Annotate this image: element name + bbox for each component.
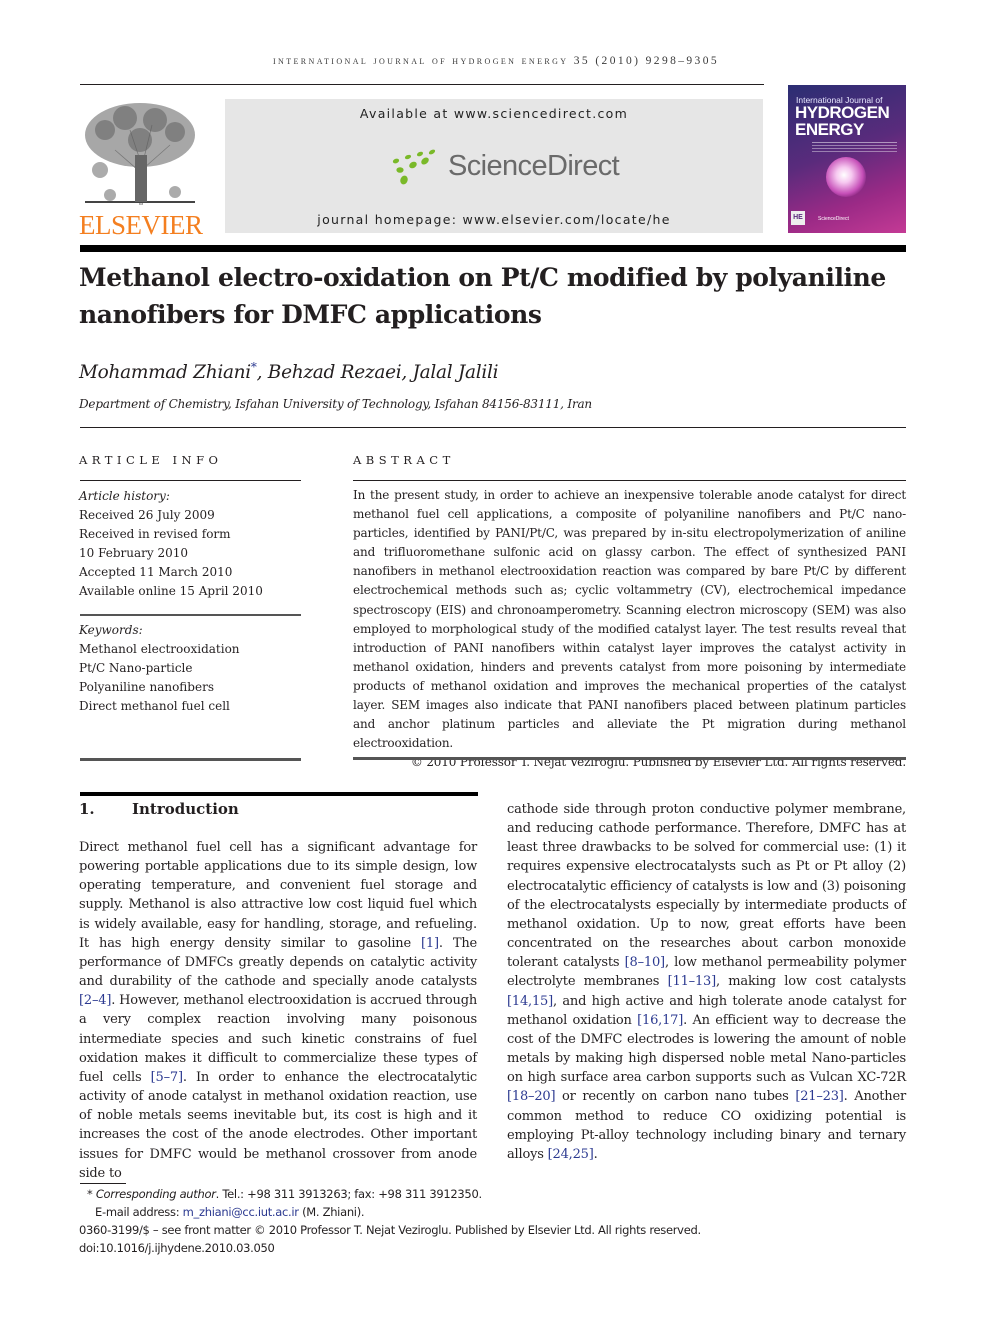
history-item: Received in revised form [79,527,231,541]
sciencedirect-logo-text: ScienceDirect [448,149,620,182]
abstract-heading: ABSTRACT [353,453,455,467]
cover-badge: HE [791,211,805,225]
article-info-rule [80,614,301,616]
footnotes: * Corresponding author. Tel.: +98 311 39… [79,1185,839,1257]
keyword-item: Pt/C Nano-particle [79,661,193,675]
abstract-body: In the present study, in order to achiev… [353,486,906,772]
history-item: 10 February 2010 [79,546,189,560]
affiliation: Department of Chemistry, Isfahan Univers… [79,397,592,411]
footnote-rule [80,1183,126,1184]
header-rule [80,84,764,85]
body-text: . In order to enhance the electrocatalyt… [79,1069,477,1181]
keywords-label: Keywords: [79,623,143,637]
sciencedirect-logo[interactable]: ScienceDirect [390,146,620,186]
article-title-line1: Methanol electro-oxidation on Pt/C modif… [79,263,886,292]
citation-link[interactable]: [2–4] [79,993,111,1008]
header-thick-rule [80,245,906,252]
article-title-line2: nanofibers for DMFC applications [79,300,542,329]
citation-link[interactable]: [21–23] [795,1089,844,1104]
journal-cover-image: International Journal of HYDROGEN ENERGY… [788,85,906,233]
keyword-item: Polyaniline nanofibers [79,680,214,694]
contact-info: . Tel.: +98 311 3913263; fax: +98 311 39… [215,1187,482,1201]
citation-link[interactable]: [18–20] [507,1089,556,1104]
author-separator: , [256,362,268,384]
section-title: Introduction [132,800,239,818]
section-rule [80,792,478,796]
author-list: Mohammad Zhiani*, Behzad Rezaei, Jalal J… [79,360,499,384]
article-info-rule [80,758,301,761]
email-note: E-mail address: m_zhiani@cc.iut.ac.ir (M… [79,1203,839,1221]
history-item: Received 26 July 2009 [79,508,215,522]
email-link[interactable]: m_zhiani@cc.iut.ac.ir [183,1205,299,1219]
running-head: INTERNATIONAL JOURNAL OF HYDROGEN ENERGY… [272,55,720,67]
citation-link[interactable]: [8–10] [625,955,665,970]
citation-link[interactable]: [24,25] [548,1147,594,1162]
cover-title: HYDROGEN ENERGY [795,103,890,139]
email-label: E-mail address: [95,1205,183,1219]
citation-link[interactable]: [5–7] [151,1070,183,1085]
cover-title-line1: HYDROGEN [795,103,890,122]
journal-homepage-link[interactable]: journal homepage: www.elsevier.com/locat… [225,212,763,227]
email-suffix: (M. Zhiani). [298,1205,365,1219]
body-column-right: cathode side through proton conductive p… [507,800,906,1164]
body-column-left: Direct methanol fuel cell has a signific… [79,838,477,1183]
keyword-item: Methanol electrooxidation [79,642,240,656]
history-item: Available online 15 April 2010 [79,584,263,598]
article-history: Article history: Received 26 July 2009 R… [79,487,304,601]
article-info-heading: ARTICLE INFO [79,453,223,467]
cover-orb-graphic [826,157,866,197]
footnote-star: * [87,1187,93,1201]
title-divider [80,427,906,428]
abstract-rule [353,757,906,760]
body-text: , making low cost catalysts [715,974,906,990]
article-info-rule [80,480,301,481]
cover-footer: ScienceDirect [818,216,849,222]
author-name[interactable]: Behzad Rezaei [268,362,402,383]
article-title: Methanol electro-oxidation on Pt/C modif… [79,259,909,333]
body-text: . [593,1146,598,1162]
body-text: Direct methanol fuel cell has a signific… [79,840,477,951]
body-text: or recently on carbon nano tubes [555,1089,796,1105]
cover-editor-lines [812,142,897,143]
doi-link[interactable]: doi:10.1016/j.ijhydene.2010.03.050 [79,1239,839,1257]
citation-link[interactable]: [11–13] [668,974,717,989]
elsevier-tree-logo-icon [85,103,195,206]
front-matter-note: 0360-3199/$ – see front matter © 2010 Pr… [79,1223,701,1237]
cover-title-line2: ENERGY [795,120,864,139]
citation-link[interactable]: [16,17] [637,1013,683,1028]
sciencedirect-leaves-icon [392,149,436,185]
abstract-rule [353,480,906,481]
section-number: 1. [79,800,95,818]
body-text: cathode side through proton conductive p… [507,802,906,971]
keyword-item: Direct methanol fuel cell [79,699,230,713]
corresponding-author-note: * Corresponding author. Tel.: +98 311 39… [79,1185,839,1203]
corresponding-label: Corresponding author [95,1187,216,1201]
author-separator: , [401,362,413,384]
author-name[interactable]: Jalal Jalili [413,362,499,383]
article-history-label: Article history: [79,489,170,503]
citation-link[interactable]: [14,15] [507,994,553,1009]
history-item: Accepted 11 March 2010 [79,565,233,579]
abstract-text: In the present study, in order to achiev… [353,488,906,751]
sciencedirect-availability-link[interactable]: Available at www.sciencedirect.com [225,106,763,121]
author-name[interactable]: Mohammad Zhiani [79,362,251,383]
citation-link[interactable]: [1] [421,936,439,951]
section-heading-introduction: 1. Introduction [79,800,239,818]
elsevier-logo-text: ELSEVIER [79,210,203,240]
keywords: Keywords: Methanol electrooxidation Pt/C… [79,621,304,716]
